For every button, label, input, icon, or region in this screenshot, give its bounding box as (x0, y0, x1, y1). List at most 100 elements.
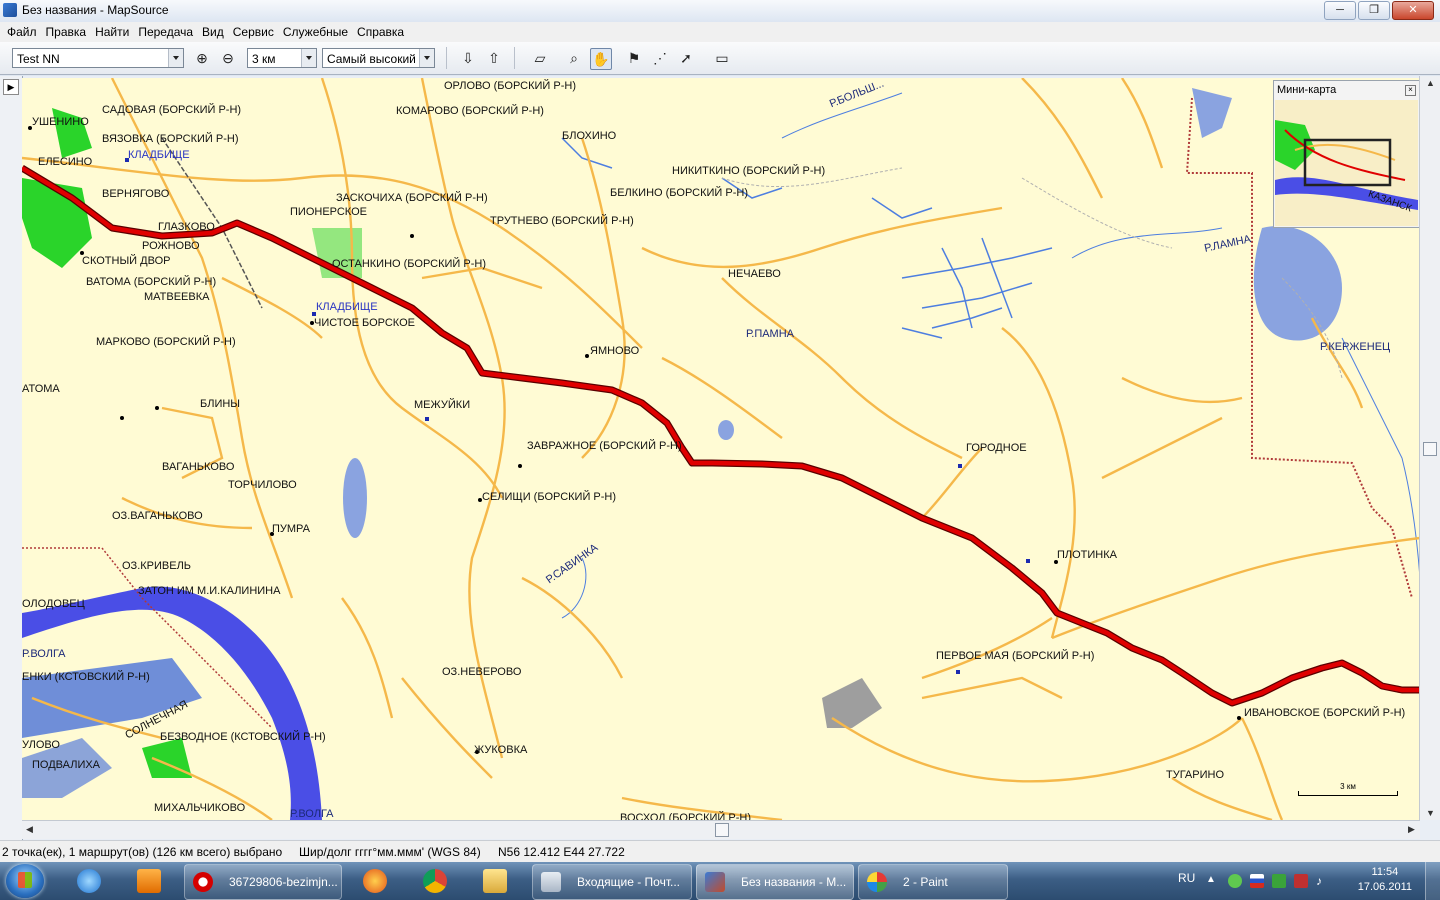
mapsource-icon (705, 872, 725, 892)
map-select-tool-icon[interactable]: ▱ (530, 48, 550, 68)
network-status-icon[interactable] (1272, 874, 1286, 888)
place-label: ВЯЗОВКА (БОРСКИЙ Р-Н) (102, 133, 239, 145)
scroll-up-icon[interactable]: ▲ (1426, 78, 1435, 88)
lake (343, 458, 367, 538)
menu-utilities[interactable]: Служебные (282, 25, 356, 39)
taskbar-mail[interactable]: Входящие - Почт... (532, 864, 692, 900)
hand-tool-icon[interactable]: ✋ (590, 48, 612, 70)
chrome-pin[interactable] (410, 865, 460, 897)
menu-bar: Файл Правка Найти Передача Вид Сервис Сл… (0, 22, 1440, 42)
menu-transfer[interactable]: Передача (137, 25, 201, 39)
close-icon[interactable]: × (1405, 85, 1416, 96)
menu-help[interactable]: Справка (356, 25, 412, 39)
place-label: ТУГАРИНО (1166, 769, 1225, 781)
minimap-panel[interactable]: Мини-карта × КАЗАНСК (1273, 80, 1420, 228)
zoom-scale-select[interactable]: 3 км (247, 48, 317, 68)
zoom-in-icon[interactable]: ⊕ (192, 48, 212, 68)
maximize-button[interactable]: ❐ (1358, 1, 1390, 20)
taskbar-paint[interactable]: 2 - Paint (858, 864, 1008, 900)
route-tool-icon[interactable]: ⋰ (650, 48, 670, 68)
place-label: НИКИТКИНО (БОРСКИЙ Р-Н) (672, 165, 826, 177)
minimize-button[interactable]: ─ (1324, 1, 1356, 20)
vertical-scrollbar[interactable]: ▲ ▼ (1419, 76, 1440, 820)
poi-label: КЛАДБИЩЕ (316, 301, 378, 313)
river-label: Р.КЕРЖЕНЕЦ (1320, 341, 1391, 353)
volume-icon[interactable]: ♪ (1316, 874, 1330, 888)
select-tool-icon[interactable]: ➚ (676, 48, 696, 68)
lake-label: ОЗ.КРИВЕЛЬ (122, 560, 192, 572)
place-label: ИВАНОВСКОЕ (БОРСКИЙ Р-Н) (1244, 707, 1406, 719)
place-label: ТРУТНЕВО (БОРСКИЙ Р-Н) (490, 215, 634, 227)
distance-bearing-tool-icon[interactable]: ▭ (710, 48, 734, 68)
minimap-title: Мини-карта (1277, 84, 1337, 96)
taskbar-mapsource-label: Без названия - M... (741, 875, 847, 889)
language-indicator[interactable]: RU (1178, 871, 1195, 885)
scroll-right-icon[interactable]: ▶ (1408, 824, 1415, 835)
zoom-out-icon[interactable]: ⊖ (218, 48, 238, 68)
internet-explorer-pin[interactable] (64, 865, 114, 897)
expand-panel-button[interactable]: ▶ (3, 79, 19, 95)
mail-icon (541, 872, 561, 892)
alert-icon[interactable] (1294, 874, 1308, 888)
river-label: Р.ПАМНА (746, 328, 795, 340)
scroll-left-icon[interactable]: ◀ (26, 824, 33, 835)
send-to-device-icon[interactable]: ⇧ (484, 48, 504, 68)
firefox-pin[interactable] (350, 865, 400, 897)
place-label: УШЕНИНО (32, 116, 89, 128)
vertical-scroll-thumb[interactable] (1423, 442, 1437, 456)
media-player-pin[interactable] (124, 865, 174, 897)
place-label: ВАГАНЬКОВО (162, 461, 235, 473)
place-label: ЗАТОН ИМ М.И.КАЛИНИНА (138, 585, 281, 597)
show-desktop-button[interactable] (1425, 862, 1440, 900)
scale-bar: 3 км (1298, 782, 1398, 796)
place-label: ПОДВАЛИХА (32, 759, 101, 771)
menu-find[interactable]: Найти (94, 25, 137, 39)
scroll-down-icon[interactable]: ▼ (1426, 808, 1435, 818)
menu-view[interactable]: Вид (201, 25, 232, 39)
map-view[interactable]: УШЕНИНО САДОВАЯ (БОРСКИЙ Р-Н) ВЯЗОВКА (Б… (22, 78, 1420, 820)
start-button[interactable] (6, 864, 44, 898)
close-button[interactable]: ✕ (1392, 1, 1434, 20)
place-label: ЗАВРАЖНОЕ (БОРСКИЙ Р-Н) (527, 440, 682, 452)
horizontal-scroll-thumb[interactable] (715, 823, 729, 837)
keyboard-layout-flag-icon[interactable] (1250, 874, 1264, 888)
place-label: ЕЛЕСИНО (38, 156, 93, 168)
place-label: МИХАЛЬЧИКОВО (154, 802, 246, 814)
clock[interactable]: 11:54 17.06.2011 (1358, 865, 1412, 895)
river-label: Р.ВОЛГА (290, 808, 334, 820)
taskbar-opera[interactable]: 36729806-bezimjn... (184, 864, 342, 900)
detail-level-select[interactable]: Самый высокий (322, 48, 435, 68)
place-label: СКОТНЫЙ ДВОР (82, 255, 171, 267)
chevron-down-icon (301, 49, 316, 67)
mapsource-app-icon (3, 3, 17, 17)
show-hidden-icons-icon[interactable]: ▲ (1206, 874, 1220, 888)
place-label: ОРЛОВО (БОРСКИЙ Р-Н) (444, 80, 576, 92)
antivirus-icon[interactable] (1228, 874, 1242, 888)
place-label: ОСТАНКИНО (БОРСКИЙ Р-Н) (332, 258, 486, 270)
zoom-tool-icon[interactable]: ⌕ (564, 48, 584, 68)
place-label: МАРКОВО (БОРСКИЙ Р-Н) (96, 336, 236, 348)
clock-time: 11:54 (1371, 866, 1399, 878)
place-label: КОМАРОВО (БОРСКИЙ Р-Н) (396, 105, 544, 117)
place-label: ЯМНОВО (590, 345, 640, 357)
map-product-select[interactable]: Test NN (12, 48, 184, 68)
clock-date: 17.06.2011 (1357, 881, 1412, 893)
menu-service[interactable]: Сервис (232, 25, 282, 39)
horizontal-scrollbar[interactable]: ◀ ▶ (22, 820, 1420, 839)
place-label: НЕЧАЕВО (728, 268, 781, 280)
place-label: БЛОХИНО (562, 130, 617, 142)
title-bar: Без названия - MapSource ─ ❐ ✕ (0, 0, 1440, 23)
receive-from-device-icon[interactable]: ⇩ (458, 48, 478, 68)
taskbar-mapsource[interactable]: Без названия - M... (696, 864, 854, 900)
place-label: ПИОНЕРСКОЕ (290, 206, 367, 218)
menu-edit[interactable]: Правка (45, 25, 95, 39)
menu-file[interactable]: Файл (6, 25, 45, 39)
chrome-icon (423, 869, 447, 893)
industrial-area (822, 678, 882, 728)
explorer-pin[interactable] (470, 865, 520, 897)
place-label: ПЕРВОЕ МАЯ (БОРСКИЙ Р-Н) (936, 650, 1095, 662)
waypoint-tool-icon[interactable]: ⚑ (624, 48, 644, 68)
minimap-view[interactable]: КАЗАНСК (1275, 100, 1418, 226)
place-label: БЕЗВОДНОЕ (КСТОВСКИЙ Р-Н) (160, 731, 326, 743)
place-label: УЛОВО (22, 739, 60, 751)
